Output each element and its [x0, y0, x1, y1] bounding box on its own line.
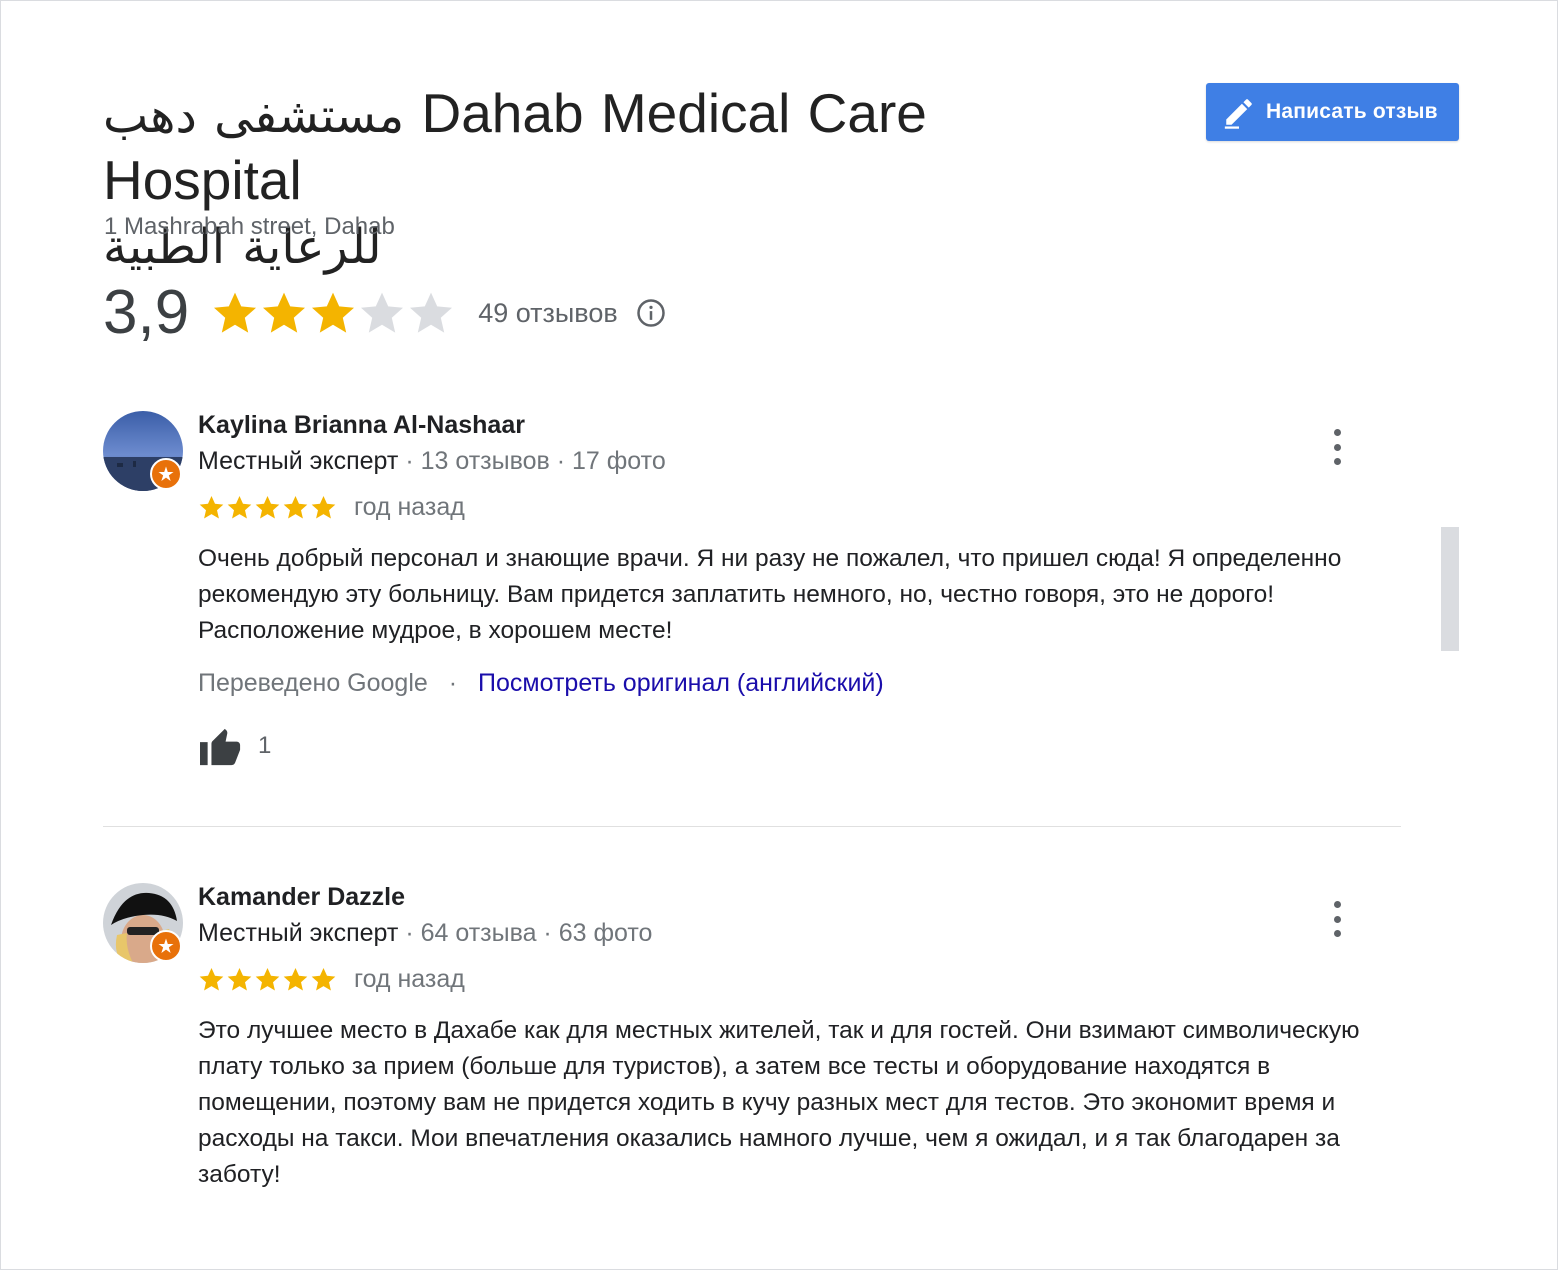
place-title-arabic-part1: مستشفى دهب	[103, 88, 405, 144]
review-stars	[198, 494, 338, 521]
star-icon	[255, 496, 280, 519]
reviewer-meta: Местный эксперт · 13 отзывов · 17 фото	[198, 447, 666, 476]
review-stars	[198, 966, 338, 993]
like-count: 1	[258, 732, 272, 759]
more-vert-icon[interactable]	[1323, 901, 1351, 937]
more-vert-icon[interactable]	[1323, 429, 1351, 465]
translation-info: Переведено Google · Посмотреть оригинал …	[198, 669, 884, 698]
star-icon	[312, 292, 355, 333]
star-icon	[311, 968, 336, 991]
write-review-button[interactable]: Написать отзыв	[1206, 83, 1459, 141]
star-icon	[214, 292, 257, 333]
star-icon	[255, 968, 280, 991]
star-icon	[199, 968, 224, 991]
local-guide-label: Местный эксперт	[198, 447, 399, 475]
average-rating-stars	[211, 289, 456, 337]
review-divider	[103, 826, 1401, 827]
star-icon	[410, 292, 453, 333]
review-text: Очень добрый персонал и знающие врачи. Я…	[198, 545, 1342, 644]
review-rating-row: год назад	[198, 965, 465, 994]
review-time: год назад	[354, 965, 465, 993]
review-count[interactable]: 49 отзывов	[478, 298, 618, 329]
info-icon[interactable]	[636, 298, 666, 328]
reviewer-name[interactable]: Kamander Dazzle	[198, 883, 405, 912]
separator-dot: ·	[448, 669, 458, 697]
star-icon	[227, 496, 252, 519]
scrollbar-thumb[interactable]	[1441, 527, 1459, 651]
avatar[interactable]	[103, 883, 183, 963]
star-icon	[227, 968, 252, 991]
review-text: Это лучшее место в Дахабе как для местны…	[198, 1017, 1360, 1188]
avatar[interactable]	[103, 411, 183, 491]
review-item: Kamander Dazzle Местный эксперт · 64 отз…	[103, 883, 1401, 1203]
reviewer-stats: · 13 отзывов · 17 фото	[398, 447, 666, 475]
rating-summary: 3,9 49 отзывов	[103, 273, 666, 353]
reviewer-stats: · 64 отзыва · 63 фото	[398, 919, 653, 947]
star-icon	[361, 292, 404, 333]
translated-by-label: Переведено Google	[198, 669, 428, 697]
star-icon	[283, 496, 308, 519]
review-rating-row: год назад	[198, 493, 465, 522]
write-review-label: Написать отзыв	[1266, 100, 1438, 123]
review-time: год назад	[354, 493, 465, 521]
local-guide-badge-icon	[150, 930, 182, 962]
thumbs-up-icon	[200, 728, 241, 766]
star-icon	[263, 292, 306, 333]
view-original-link[interactable]: Посмотреть оригинал (английский)	[478, 669, 884, 697]
star-icon	[283, 968, 308, 991]
like-button[interactable]: 1	[198, 725, 271, 767]
average-rating: 3,9	[103, 278, 190, 347]
reviewer-meta: Местный эксперт · 64 отзыва · 63 фото	[198, 919, 652, 948]
star-icon	[199, 496, 224, 519]
local-guide-badge-icon	[150, 458, 182, 490]
review-item: Kaylina Brianna Al-Nashaar Местный экспе…	[103, 411, 1401, 791]
reviewer-name[interactable]: Kaylina Brianna Al-Nashaar	[198, 411, 525, 440]
place-title: مستشفى دهب Dahab Medical Care Hospital ل…	[103, 81, 1113, 279]
review-panel: مستشفى دهب Dahab Medical Care Hospital ل…	[0, 0, 1558, 1270]
local-guide-label: Местный эксперт	[198, 919, 399, 947]
place-address: 1 Mashrabah street, Dahab	[104, 213, 395, 240]
star-icon	[311, 496, 336, 519]
pencil-icon	[1224, 99, 1252, 129]
